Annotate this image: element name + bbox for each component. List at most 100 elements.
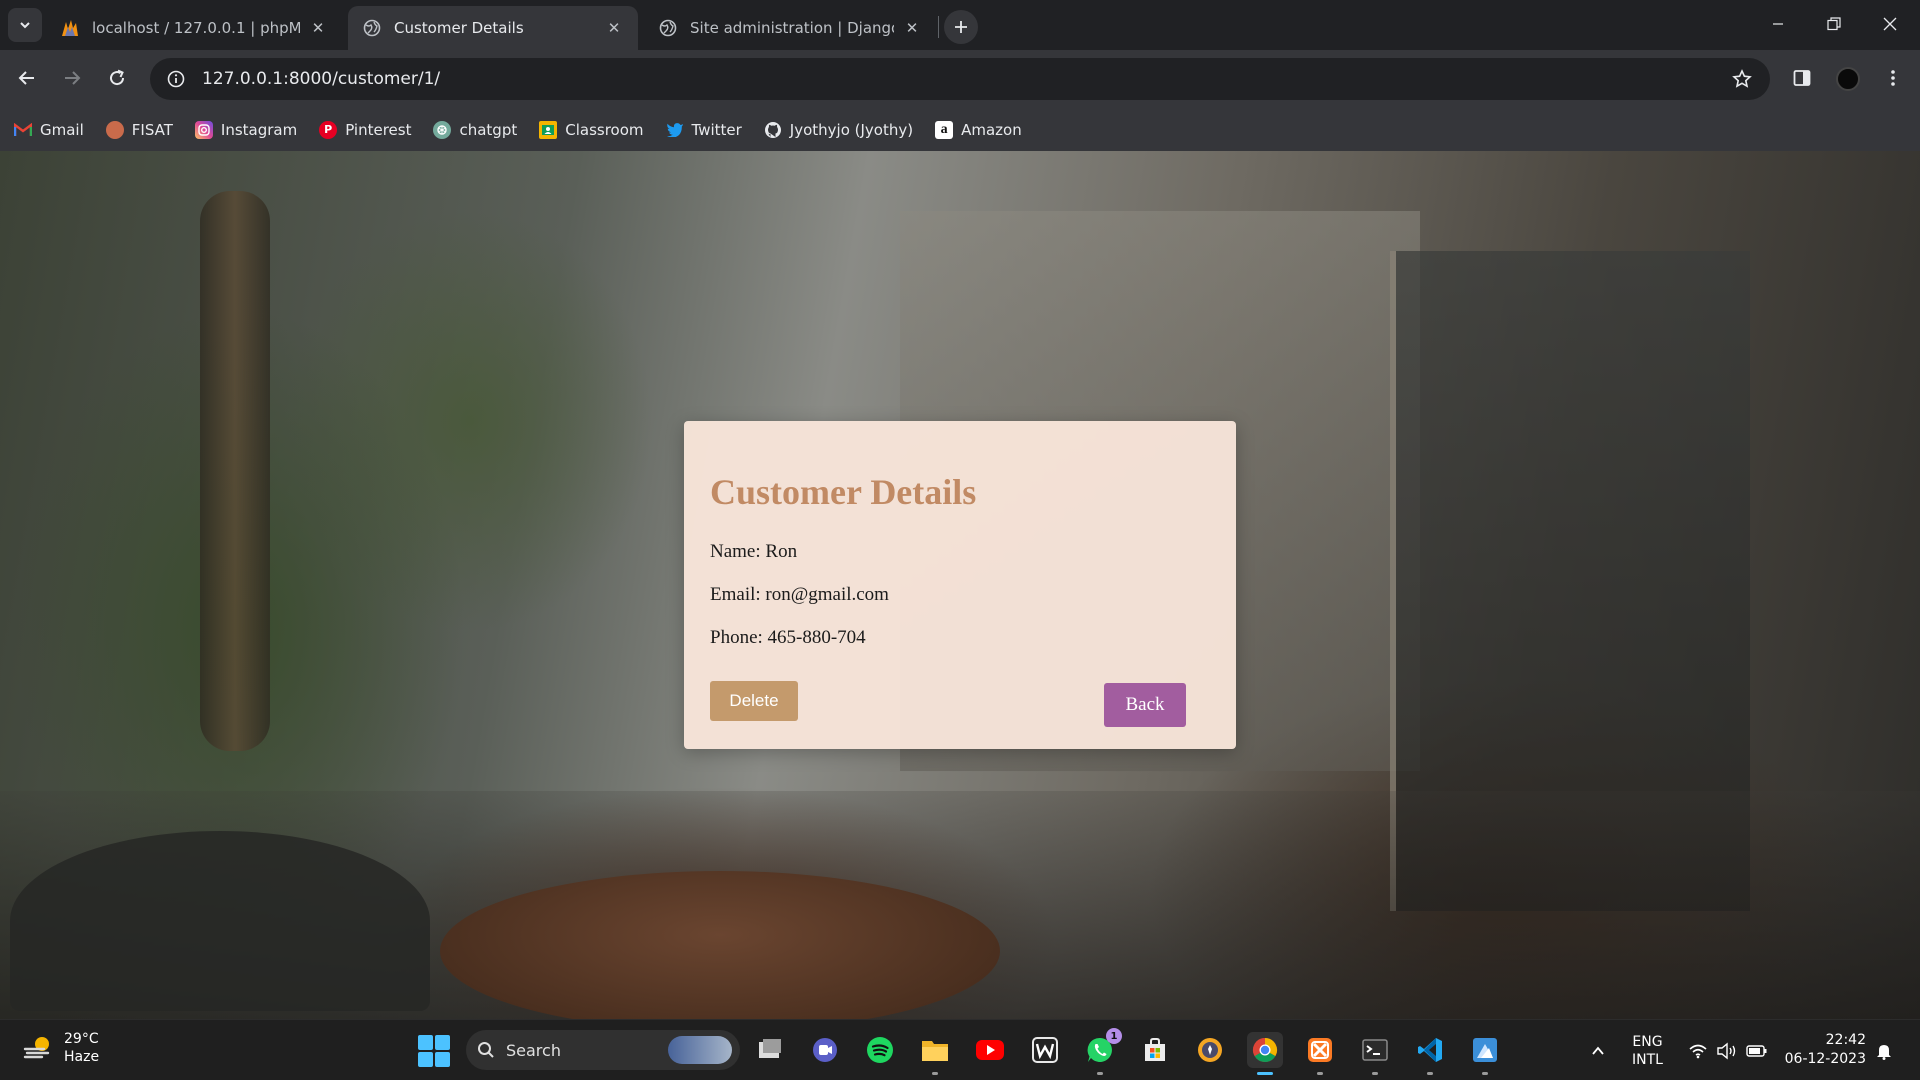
- whatsapp-button[interactable]: 1: [1082, 1028, 1122, 1075]
- microsoft-store-button[interactable]: [1137, 1032, 1173, 1068]
- chrome-icon: [1252, 1038, 1278, 1063]
- teams-icon: [813, 1038, 837, 1062]
- amazon-icon: a: [935, 120, 954, 139]
- windows-logo-tile: [418, 1035, 433, 1050]
- chrome-button[interactable]: [1247, 1032, 1283, 1075]
- file-explorer-icon: [922, 1041, 948, 1061]
- running-indicator: [1427, 1072, 1433, 1075]
- file-explorer-button[interactable]: [917, 1032, 953, 1075]
- notification-badge: 1: [1106, 1028, 1122, 1044]
- bookmark-pinterest[interactable]: P Pinterest: [319, 120, 411, 139]
- task-view-icon: [759, 1039, 781, 1058]
- tab-search-button[interactable]: [8, 8, 42, 42]
- reload-button[interactable]: [100, 61, 134, 95]
- background-palm-trunk: [200, 191, 270, 751]
- bookmark-instagram[interactable]: Instagram: [194, 120, 298, 139]
- vscode-icon: [1418, 1038, 1442, 1062]
- globe-icon: [658, 18, 678, 38]
- tab-strip: localhost / 127.0.0.1 | phpMyAd ✕ Custom…: [0, 0, 1920, 50]
- bookmark-star-icon[interactable]: [1720, 58, 1764, 100]
- task-view-button[interactable]: [752, 1032, 788, 1068]
- azure-data-studio-button[interactable]: [1467, 1032, 1503, 1075]
- brave-icon: [1198, 1038, 1222, 1062]
- brave-button[interactable]: [1192, 1032, 1228, 1068]
- clock-time: 22:42: [1825, 1032, 1866, 1048]
- notifications-button[interactable]: [1876, 1020, 1892, 1080]
- bookmark-label: Gmail: [40, 120, 84, 139]
- bookmark-label: Amazon: [961, 120, 1022, 139]
- delete-button[interactable]: Delete: [710, 681, 798, 721]
- bookmark-fisat[interactable]: FISAT: [105, 120, 173, 139]
- terminal-button[interactable]: [1357, 1032, 1393, 1075]
- youtube-button[interactable]: [972, 1032, 1008, 1068]
- tab-phpmyadmin[interactable]: localhost / 127.0.0.1 | phpMyAd ✕: [46, 6, 342, 50]
- tab-customer-details[interactable]: Customer Details ✕: [348, 6, 638, 50]
- bookmark-chatgpt[interactable]: chatgpt: [433, 120, 517, 139]
- bookmark-label: Classroom: [565, 120, 644, 139]
- classroom-icon: [539, 120, 558, 139]
- bookmark-amazon[interactable]: a Amazon: [935, 120, 1022, 139]
- search-icon: [466, 1041, 506, 1059]
- url-text[interactable]: 127.0.0.1:8000/customer/1/: [202, 69, 1720, 89]
- customer-name: Name: Ron: [710, 541, 798, 562]
- running-indicator: [1482, 1072, 1488, 1075]
- weather-widget[interactable]: 29°C Haze: [22, 1030, 99, 1066]
- profile-avatar[interactable]: [1836, 67, 1860, 91]
- quick-settings-button[interactable]: [1688, 1020, 1768, 1080]
- restore-button[interactable]: [1806, 0, 1862, 48]
- address-bar[interactable]: 127.0.0.1:8000/customer/1/: [150, 58, 1770, 100]
- tab-title: Site administration | Django site: [690, 19, 894, 37]
- system-clock[interactable]: 22:42 06-12-2023: [1776, 1031, 1866, 1069]
- customer-email: Email: ron@gmail.com: [710, 584, 889, 605]
- back-button[interactable]: Back: [1104, 683, 1186, 727]
- customer-details-card: Customer Details Name: Ron Email: ron@gm…: [684, 421, 1236, 749]
- bookmark-twitter[interactable]: Twitter: [666, 121, 742, 139]
- vscode-button[interactable]: [1412, 1032, 1448, 1075]
- tab-django-admin[interactable]: Site administration | Django site ✕: [644, 6, 936, 50]
- bookmark-label: FISAT: [131, 120, 173, 139]
- forward-nav-button[interactable]: [55, 61, 89, 95]
- show-hidden-icons-button[interactable]: [1590, 1020, 1606, 1080]
- tab-separator: [938, 16, 939, 38]
- spotify-button[interactable]: [862, 1032, 898, 1068]
- side-panel-button[interactable]: [1785, 61, 1819, 95]
- teams-button[interactable]: [807, 1032, 843, 1068]
- bell-icon: [1877, 1044, 1891, 1060]
- reload-icon: [110, 69, 125, 86]
- instagram-icon: [194, 120, 213, 139]
- taskbar-search[interactable]: Search: [466, 1030, 740, 1070]
- close-icon[interactable]: ✕: [902, 18, 922, 38]
- gmail-icon: [14, 121, 32, 139]
- bookmark-gmail[interactable]: Gmail: [14, 121, 84, 139]
- azure-data-studio-icon: [1473, 1038, 1497, 1062]
- browser-toolbar: 127.0.0.1:8000/customer/1/: [0, 50, 1920, 108]
- wps-button[interactable]: [1027, 1032, 1063, 1068]
- spotify-icon: [867, 1037, 893, 1063]
- bookmark-github[interactable]: Jyothyjo (Jyothy): [764, 121, 913, 139]
- window-close-button[interactable]: [1862, 0, 1918, 48]
- microsoft-store-icon: [1145, 1038, 1165, 1061]
- browser-menu-button[interactable]: [1876, 61, 1910, 95]
- start-button[interactable]: [418, 1035, 450, 1067]
- customer-phone: Phone: 465-880-704: [710, 627, 866, 648]
- new-tab-button[interactable]: [944, 10, 978, 44]
- language-indicator[interactable]: ENG INTL: [1632, 1020, 1663, 1080]
- bookmark-classroom[interactable]: Classroom: [539, 120, 644, 139]
- minimize-button[interactable]: [1750, 0, 1806, 48]
- close-icon[interactable]: ✕: [308, 18, 328, 38]
- site-info-icon[interactable]: [154, 58, 198, 100]
- chevron-down-icon: [20, 22, 30, 29]
- background-table: [440, 871, 1000, 1019]
- back-nav-button[interactable]: [10, 61, 44, 95]
- weather-haze-icon: [23, 1037, 50, 1059]
- youtube-icon: [976, 1040, 1004, 1060]
- close-icon[interactable]: ✕: [604, 18, 624, 38]
- language-line2: INTL: [1632, 1051, 1663, 1068]
- background-planter: [10, 831, 430, 1011]
- running-indicator: [932, 1072, 938, 1075]
- pinterest-icon: P: [319, 120, 338, 139]
- xampp-icon: [1308, 1038, 1332, 1062]
- bookmark-label: Instagram: [220, 120, 298, 139]
- xampp-button[interactable]: [1302, 1032, 1338, 1075]
- chevron-up-icon: [1592, 1046, 1604, 1055]
